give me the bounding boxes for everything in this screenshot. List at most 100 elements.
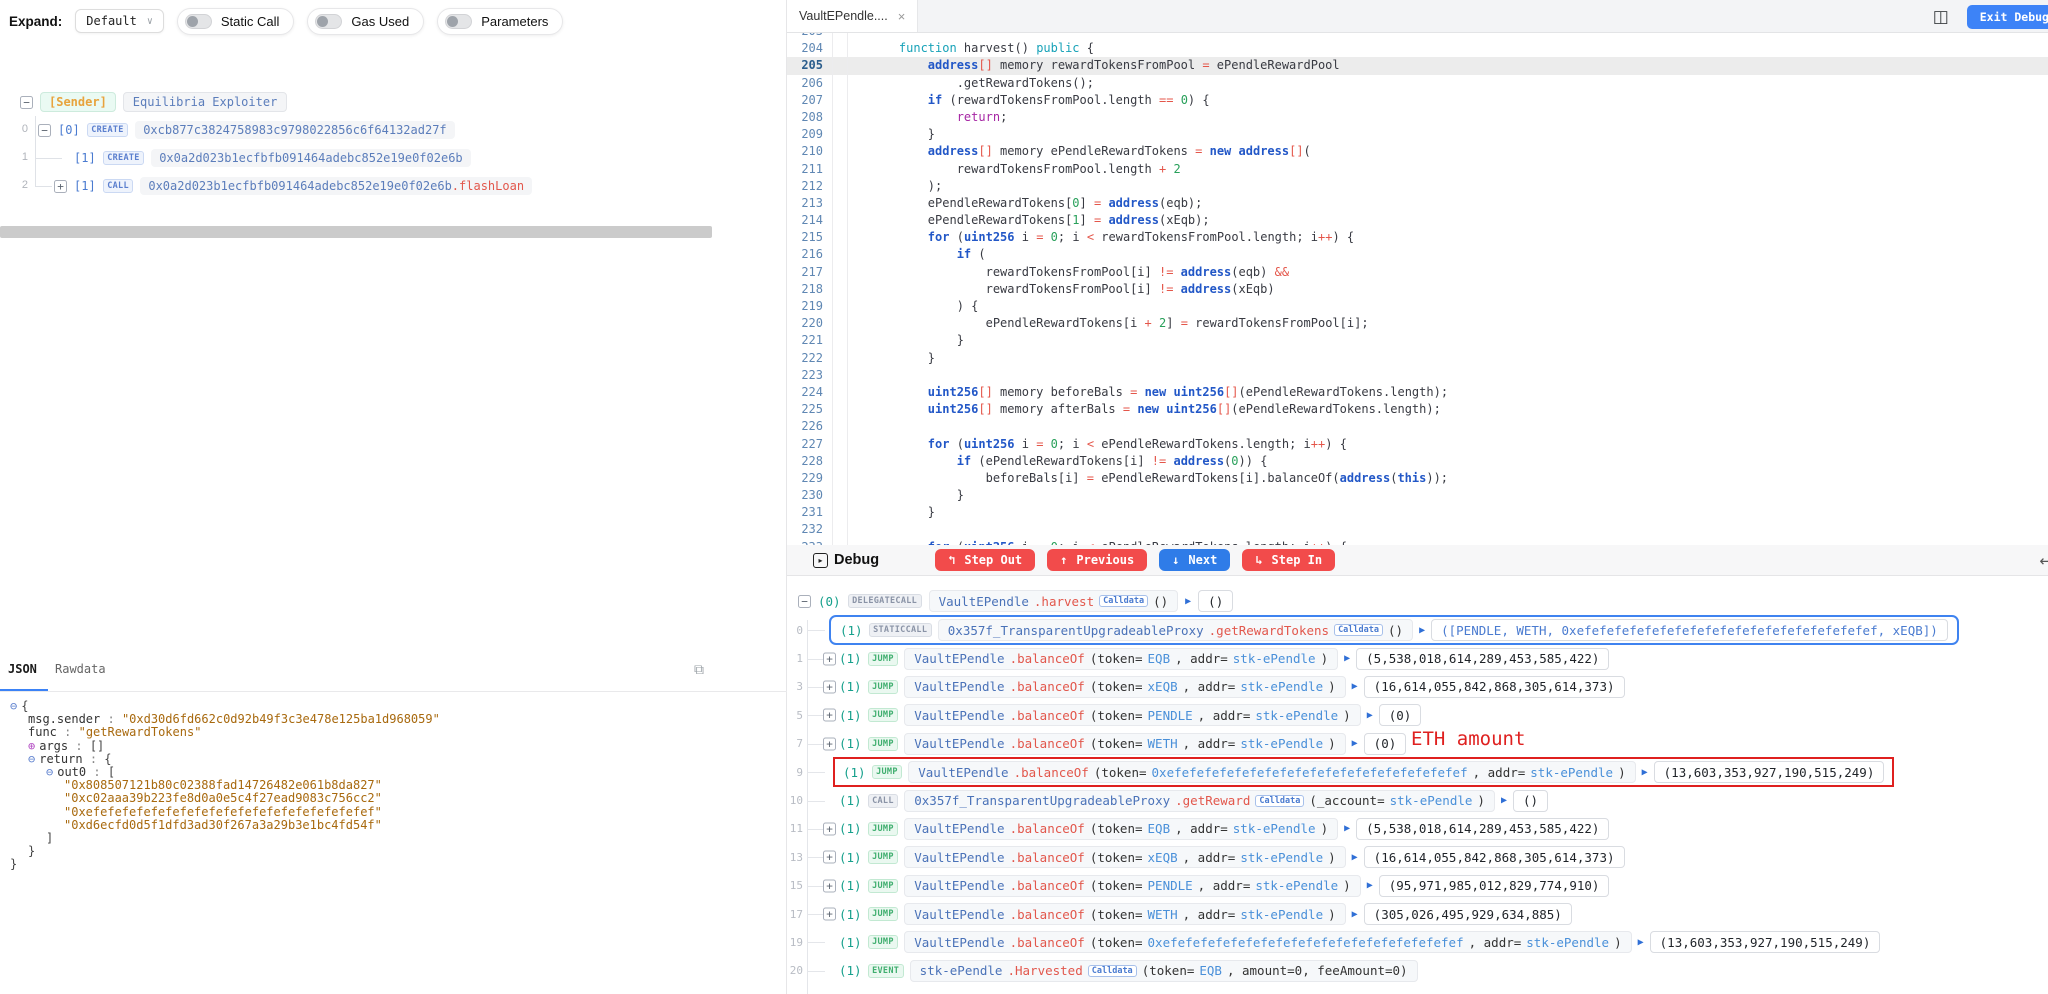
call-depth: (1)	[839, 651, 862, 667]
expand-dropdown[interactable]: Default ∨	[75, 9, 164, 33]
toggle-switch[interactable]	[445, 13, 473, 29]
return-value[interactable]: ()	[1198, 590, 1234, 612]
toggle-switch[interactable]	[315, 13, 343, 29]
editor-tab[interactable]: VaultEPendle.... ×	[787, 0, 919, 32]
collapse-icon[interactable]: −	[20, 95, 33, 109]
panel-resize-handle[interactable]	[0, 226, 712, 238]
call-pill[interactable]: VaultEPendle .balanceOf (token= WETH, addr=…	[904, 903, 1346, 926]
return-value[interactable]: (16,614,055,842,868,305,614,373)	[1363, 846, 1625, 869]
expand-icon[interactable]: +	[823, 822, 836, 836]
toggle-static-call[interactable]: Static Call	[176, 7, 295, 35]
tab-json[interactable]: JSON	[8, 662, 37, 676]
return-value[interactable]: (16,614,055,842,868,305,614,373)	[1363, 675, 1625, 698]
close-icon[interactable]: ×	[898, 9, 906, 24]
sender-name-badge[interactable]: Equilibria Exploiter	[122, 92, 288, 112]
fold-gutter	[833, 246, 848, 264]
next-button[interactable]: ↓ Next	[1159, 549, 1231, 571]
call-pill[interactable]: 0x357f_TransparentUpgradeableProxy .getRe…	[904, 789, 1495, 812]
toggle-label: Gas Used	[351, 13, 410, 29]
exit-debug-button[interactable]: Exit Debug	[1966, 4, 2048, 29]
copy-icon[interactable]: ⧉	[694, 661, 704, 678]
return-value[interactable]: (0)	[1378, 704, 1422, 727]
play-icon[interactable]: ▶	[1344, 653, 1350, 664]
calldata-badge[interactable]: Calldata	[1334, 624, 1384, 637]
fold-gutter	[833, 418, 848, 436]
expand-icon[interactable]: +	[823, 708, 836, 722]
call-pill[interactable]: VaultEPendle .balanceOf (token= WETH, addr=…	[904, 732, 1346, 755]
calltype-badge: JUMP	[867, 708, 899, 723]
trace-row-number: 17	[789, 907, 803, 921]
expand-icon[interactable]: ⊕	[28, 739, 35, 753]
collapse-icon[interactable]: ⊖	[28, 752, 35, 766]
fold-gutter	[833, 126, 848, 144]
toggle-switch[interactable]	[184, 13, 212, 29]
call-pill[interactable]: VaultEPendle .balanceOf (token= PENDLE, add…	[904, 874, 1361, 897]
call-pill[interactable]: VaultEPendle .harvest Calldata()	[928, 590, 1179, 612]
contract-address[interactable]: 0x0a2d023b1ecfbfb091464adebc852e19e0f02e…	[140, 177, 533, 195]
collapse-icon[interactable]: ⊖	[46, 765, 53, 779]
calldata-badge[interactable]: Calldata	[1087, 964, 1137, 977]
calldata-badge[interactable]: Calldata	[1099, 595, 1149, 607]
json-string-value: "0xd6ecfd0d5f1dfd3ad30f267a3a29b3e1bc4fd…	[64, 817, 382, 832]
split-view-icon[interactable]: ◫	[1933, 7, 1949, 27]
call-pill[interactable]: stk-ePendle .Harvested Calldata (token= EQB,…	[909, 959, 1418, 982]
play-icon[interactable]: ▶	[1185, 596, 1191, 607]
play-icon[interactable]: ▶	[1367, 710, 1373, 721]
code-line: 230 }	[787, 487, 2048, 505]
collapse-icon[interactable]: −	[38, 123, 51, 137]
call-pill[interactable]: VaultEPendle .balanceOf (token= PENDLE, add…	[904, 704, 1361, 727]
return-value[interactable]: (0)	[1363, 732, 1407, 755]
call-pill[interactable]: VaultEPendle .balanceOf (token= EQB, addr= s…	[904, 647, 1339, 670]
call-pill[interactable]: VaultEPendle .balanceOf (token= EQB, addr= s…	[904, 817, 1339, 840]
play-icon[interactable]: ▶	[1352, 909, 1358, 920]
return-arrow-icon[interactable]: ↩	[2039, 552, 2048, 570]
collapse-icon[interactable]: ⊖	[10, 699, 17, 713]
code-text: return;	[956, 109, 1008, 124]
play-icon[interactable]: ▶	[1352, 852, 1358, 863]
expand-icon[interactable]: +	[823, 907, 836, 921]
trace-row-number: 15	[789, 879, 803, 893]
tab-rawdata[interactable]: Rawdata	[55, 662, 106, 676]
debugger-panel: VaultEPendle.... × ◫ Exit Debug 203 204 …	[787, 0, 2048, 994]
play-icon[interactable]: ▶	[1367, 880, 1373, 891]
sender-badge[interactable]: [Sender]	[40, 92, 116, 112]
contract-address[interactable]: 0xcb877c3824758983c9798022856c6f64132ad2…	[135, 121, 455, 139]
return-value[interactable]: (95,971,985,012,829,774,910)	[1378, 874, 1610, 897]
return-value[interactable]: (13,603,353,927,190,515,249)	[1649, 931, 1881, 954]
expand-icon[interactable]: +	[823, 850, 836, 864]
call-pill[interactable]: VaultEPendle .balanceOf (token= xEQB, addr=…	[904, 846, 1346, 869]
return-value[interactable]: (5,538,018,614,289,453,585,422)	[1356, 817, 1610, 840]
calldata-badge[interactable]: Calldata	[1255, 794, 1305, 807]
expand-icon[interactable]: +	[823, 680, 836, 694]
collapse-icon[interactable]: −	[798, 594, 811, 608]
code-line: 223	[787, 366, 2048, 384]
trace-controls: Expand: Default ∨ Static Call Gas Used P…	[9, 6, 576, 36]
toggle-gas-used[interactable]: Gas Used	[307, 7, 425, 35]
expand-icon[interactable]: +	[823, 879, 836, 893]
call-pill[interactable]: VaultEPendle .balanceOf (token= 0xefefefefe…	[904, 931, 1632, 954]
call-depth: (1)	[839, 934, 862, 950]
play-icon[interactable]: ▶	[1642, 767, 1648, 778]
play-icon[interactable]: ▶	[1501, 795, 1507, 806]
expand-icon[interactable]: +	[823, 737, 836, 751]
call-pill[interactable]: 0x357f_TransparentUpgradeableProxy .getRe…	[937, 619, 1414, 642]
step-out-button[interactable]: ↰ Step Out	[935, 549, 1036, 571]
return-value[interactable]: ([PENDLE, WETH, 0xefefefefefefefefefefef…	[1431, 619, 1948, 642]
return-value[interactable]: ()	[1512, 789, 1549, 812]
contract-address[interactable]: 0x0a2d023b1ecfbfb091464adebc852e19e0f02e…	[151, 149, 471, 167]
play-icon[interactable]: ▶	[1352, 738, 1358, 749]
play-icon[interactable]: ▶	[1352, 681, 1358, 692]
toggle-parameters[interactable]: Parameters	[437, 7, 564, 35]
return-value[interactable]: (305,026,495,929,634,885)	[1363, 903, 1572, 926]
expand-icon[interactable]: +	[823, 652, 836, 666]
call-pill[interactable]: VaultEPendle .balanceOf (token= xEQB, addr=…	[904, 675, 1346, 698]
step-in-button[interactable]: ↳ Step In	[1242, 549, 1336, 571]
expand-icon[interactable]: +	[54, 179, 67, 193]
play-icon[interactable]: ▶	[1419, 625, 1425, 636]
return-value[interactable]: (5,538,018,614,289,453,585,422)	[1356, 647, 1610, 670]
previous-button[interactable]: ↑ Previous	[1047, 549, 1148, 571]
return-value[interactable]: (13,603,353,927,190,515,249)	[1653, 761, 1885, 784]
play-icon[interactable]: ▶	[1344, 823, 1350, 834]
call-pill[interactable]: VaultEPendle .balanceOf (token= 0xefefefefe…	[908, 761, 1636, 784]
play-icon[interactable]: ▶	[1638, 937, 1644, 948]
